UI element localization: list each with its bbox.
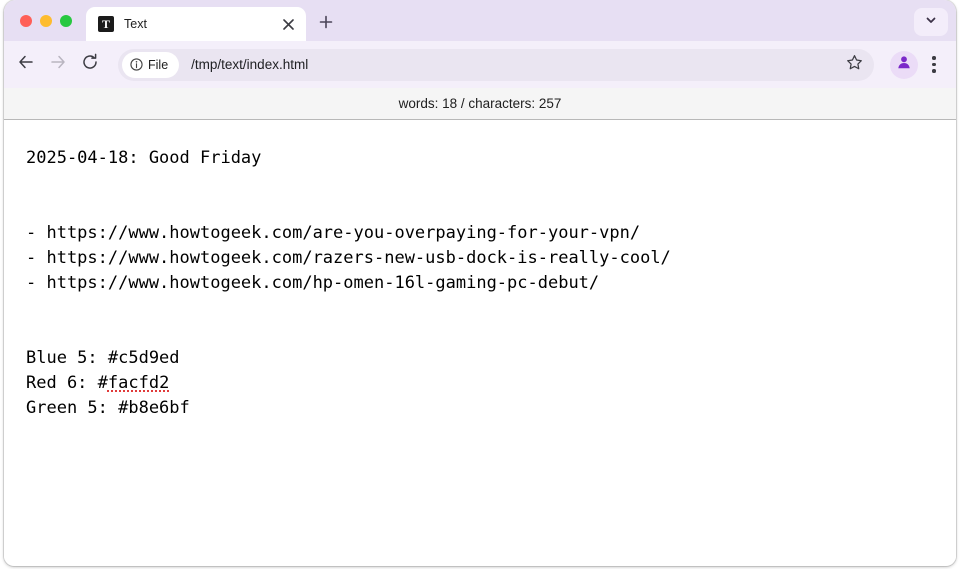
three-dot-menu-icon-dot-3 bbox=[932, 69, 936, 73]
document-line-blank-3 bbox=[26, 296, 934, 321]
document-line-blank-1 bbox=[26, 171, 934, 196]
document-line-link-3: - https://www.howtogeek.com/hp-omen-16l-… bbox=[26, 273, 600, 293]
reload-button[interactable] bbox=[74, 49, 106, 81]
chevron-down-icon bbox=[925, 13, 937, 31]
browser-window: T Text File /tmp/text/index.html words: … bbox=[4, 0, 956, 566]
plus-icon bbox=[319, 15, 333, 34]
window-expand-button[interactable] bbox=[914, 8, 948, 36]
address-bar[interactable]: File /tmp/text/index.html bbox=[118, 48, 874, 81]
document-line-blank-2 bbox=[26, 196, 934, 221]
window-controls bbox=[4, 0, 82, 41]
minimize-window-button[interactable] bbox=[40, 14, 52, 27]
close-window-button[interactable] bbox=[20, 14, 32, 27]
text-file-favicon: T bbox=[98, 16, 114, 32]
address-bar-url[interactable]: /tmp/text/index.html bbox=[191, 57, 308, 72]
text-document[interactable]: 2025-04-18: Good Friday - https://www.ho… bbox=[26, 146, 934, 421]
forward-button[interactable] bbox=[42, 49, 74, 81]
word-count-bar: words: 18 / characters: 257 bbox=[4, 88, 956, 120]
document-line-color-green: Green 5: #b8e6bf bbox=[26, 398, 190, 418]
scheme-label: File bbox=[148, 57, 169, 72]
back-arrow-icon bbox=[17, 53, 35, 76]
document-line-color-blue: Blue 5: #c5d9ed bbox=[26, 348, 180, 368]
bookmark-button[interactable] bbox=[840, 51, 868, 79]
account-avatar-icon bbox=[896, 54, 912, 75]
browser-menu-button[interactable] bbox=[920, 49, 948, 81]
word-count-text: words: 18 / characters: 257 bbox=[398, 96, 562, 111]
browser-tab[interactable]: T Text bbox=[86, 7, 306, 41]
maximize-window-button[interactable] bbox=[60, 14, 72, 27]
close-icon[interactable] bbox=[278, 14, 298, 34]
tab-title: Text bbox=[124, 17, 147, 31]
browser-toolbar: File /tmp/text/index.html bbox=[4, 41, 956, 88]
profile-button[interactable] bbox=[890, 50, 918, 79]
forward-arrow-icon bbox=[49, 53, 67, 76]
reload-icon bbox=[81, 53, 99, 76]
document-line-color-red: Red 6: #facfd2 bbox=[26, 373, 170, 393]
document-line-blank-4 bbox=[26, 321, 934, 346]
page-content: 2025-04-18: Good Friday - https://www.ho… bbox=[4, 120, 956, 560]
back-button[interactable] bbox=[10, 49, 42, 81]
tab-strip: T Text bbox=[4, 0, 956, 41]
document-line-link-1: - https://www.howtogeek.com/are-you-over… bbox=[26, 223, 641, 243]
document-line-heading: 2025-04-18: Good Friday bbox=[26, 148, 262, 168]
star-icon bbox=[846, 54, 863, 76]
three-dot-menu-icon-dot-2 bbox=[932, 62, 936, 67]
site-info-chip[interactable]: File bbox=[122, 51, 180, 78]
misspelled-word: facfd2 bbox=[107, 373, 170, 393]
new-tab-button[interactable] bbox=[312, 10, 340, 38]
info-circle-icon bbox=[130, 58, 143, 71]
three-dot-menu-icon bbox=[932, 56, 936, 60]
document-line-link-2: - https://www.howtogeek.com/razers-new-u… bbox=[26, 248, 671, 268]
